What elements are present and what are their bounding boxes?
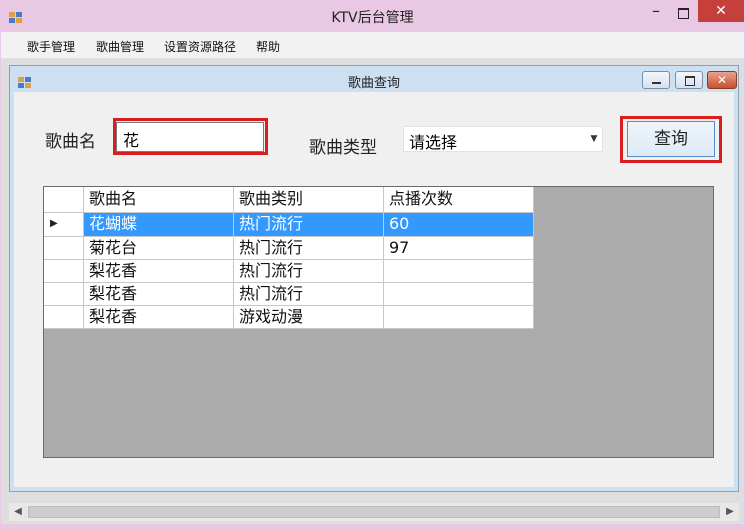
current-row-arrow-icon: ▶ bbox=[50, 218, 58, 229]
song-name-label: 歌曲名 bbox=[45, 132, 96, 152]
table-cell[interactable]: 60 bbox=[384, 213, 534, 237]
dropdown-arrow-icon[interactable]: ▼ bbox=[585, 126, 603, 152]
scroll-right-arrow-icon[interactable]: ▶ bbox=[721, 503, 739, 521]
menu-set-resource-path[interactable]: 设置资源路径 bbox=[164, 38, 236, 55]
table-cell[interactable]: 热门流行 bbox=[234, 283, 384, 306]
child-minimize-button[interactable] bbox=[642, 71, 670, 89]
menu-singer-management[interactable]: 歌手管理 bbox=[27, 38, 75, 55]
table-cell[interactable]: 菊花台 bbox=[84, 237, 234, 260]
row-header[interactable] bbox=[44, 237, 84, 260]
scroll-left-arrow-icon[interactable]: ◀ bbox=[9, 503, 27, 521]
child-restore-button[interactable] bbox=[675, 71, 703, 89]
table-cell[interactable]: 花蝴蝶 bbox=[84, 213, 234, 237]
menu-help[interactable]: 帮助 bbox=[256, 38, 280, 55]
table-cell[interactable]: 热门流行 bbox=[234, 237, 384, 260]
column-header-song-category[interactable]: 歌曲类别 bbox=[234, 187, 384, 213]
app-title: KTV后台管理 bbox=[331, 10, 414, 26]
highlight-box-query-button bbox=[620, 116, 722, 163]
table-cell[interactable] bbox=[384, 260, 534, 283]
table-cell[interactable]: 梨花香 bbox=[84, 306, 234, 329]
grid-corner-header[interactable] bbox=[44, 187, 84, 213]
row-header[interactable] bbox=[44, 306, 84, 329]
child-close-button[interactable]: ✕ bbox=[707, 71, 737, 89]
scrollbar-thumb[interactable] bbox=[28, 506, 720, 518]
child-window-title: 歌曲查询 bbox=[347, 76, 400, 91]
row-header[interactable] bbox=[44, 260, 84, 283]
minimize-icon bbox=[652, 82, 661, 84]
column-header-play-count[interactable]: 点播次数 bbox=[384, 187, 534, 213]
minimize-button[interactable]: – bbox=[645, 3, 667, 22]
column-header-song-name[interactable]: 歌曲名 bbox=[84, 187, 234, 213]
row-header[interactable] bbox=[44, 283, 84, 306]
menu-bar: 歌手管理 歌曲管理 设置资源路径 帮助 bbox=[1, 32, 744, 59]
table-cell[interactable]: 游戏动漫 bbox=[234, 306, 384, 329]
table-cell[interactable]: 97 bbox=[384, 237, 534, 260]
maximize-icon bbox=[678, 8, 689, 19]
table-cell[interactable]: 梨花香 bbox=[84, 283, 234, 306]
table-cell[interactable]: 热门流行 bbox=[234, 260, 384, 283]
row-header[interactable]: ▶ bbox=[44, 213, 84, 237]
table-cell[interactable] bbox=[384, 306, 534, 329]
table-cell[interactable]: 梨花香 bbox=[84, 260, 234, 283]
table-cell[interactable] bbox=[384, 283, 534, 306]
maximize-button[interactable] bbox=[672, 4, 694, 22]
menu-song-management[interactable]: 歌曲管理 bbox=[96, 38, 144, 55]
restore-icon bbox=[685, 76, 695, 86]
close-button[interactable]: ✕ bbox=[698, 0, 744, 22]
table-cell[interactable]: 热门流行 bbox=[234, 213, 384, 237]
highlight-box-song-name bbox=[113, 118, 268, 155]
song-type-select[interactable]: 请选择 bbox=[403, 126, 603, 152]
song-type-label: 歌曲类型 bbox=[309, 138, 377, 158]
